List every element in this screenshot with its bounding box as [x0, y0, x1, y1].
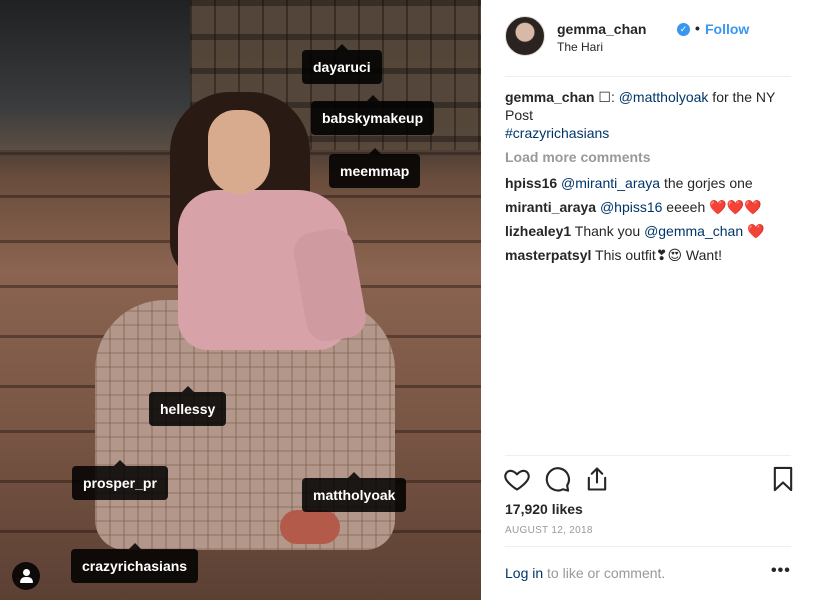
background-window — [0, 0, 200, 150]
photo-tag-crazyrichasians[interactable]: crazyrichasians — [71, 543, 199, 583]
comment-username[interactable]: miranti_araya — [505, 199, 596, 215]
photo-tag-meemmap[interactable]: meemmap — [329, 148, 421, 188]
comment-icon[interactable] — [543, 465, 571, 493]
photo-tag-mattholyoak[interactable]: mattholyoak — [302, 472, 407, 512]
post-header: gemma_chan ✓ • Follow The Hari — [505, 16, 791, 60]
caption: gemma_chan ☐: @mattholyoak for the NY Po… — [505, 88, 795, 142]
post-photo[interactable]: dayaruci babskymakeup meemmap hellessy p… — [0, 0, 481, 600]
post-side-panel: gemma_chan ✓ • Follow The Hari gemma_cha… — [481, 0, 816, 600]
header-divider — [505, 76, 791, 77]
caption-symbol: ☐ — [598, 89, 611, 105]
comment-username[interactable]: hpiss16 — [505, 175, 557, 191]
photo-tag-babskymakeup[interactable]: babskymakeup — [311, 95, 435, 135]
follow-button[interactable]: Follow — [705, 21, 749, 37]
heart-outline-icon[interactable] — [503, 465, 531, 493]
user-tag-icon[interactable] — [12, 562, 40, 590]
bookmark-icon[interactable] — [769, 465, 797, 493]
more-options-icon[interactable]: ••• — [771, 562, 791, 580]
caption-hashtag[interactable]: #crazyrichasians — [505, 125, 609, 141]
actions-divider — [505, 455, 791, 456]
load-more-comments-button[interactable]: Load more comments — [505, 148, 795, 166]
caption-mention[interactable]: @mattholyoak — [619, 89, 709, 105]
photo-tag-hellessy[interactable]: hellessy — [149, 386, 227, 426]
user-tag-icon-head — [23, 569, 30, 576]
separator-dot: • — [695, 20, 700, 36]
comment-item: masterpatsyl This outfit❣😍 Want! — [505, 246, 795, 264]
footer-divider — [505, 546, 791, 547]
caption-colon: : — [610, 89, 615, 105]
person-face — [208, 110, 270, 194]
caption-username[interactable]: gemma_chan — [505, 89, 594, 105]
comment-item: lizhealey1 Thank you @gemma_chan ❤️ — [505, 222, 795, 240]
action-bar — [499, 465, 799, 495]
login-prompt-text: to like or comment. — [543, 565, 666, 581]
likes-count[interactable]: 17,920 likes — [505, 501, 583, 517]
heart-emoji: ❤️ — [747, 223, 765, 239]
comment-item: hpiss16 @miranti_araya the gorjes one — [505, 174, 795, 192]
comment-text: the gorjes one — [660, 175, 753, 191]
verified-badge-icon: ✓ — [677, 23, 690, 36]
comment-username[interactable]: masterpatsyl — [505, 247, 591, 263]
location-link[interactable]: The Hari — [557, 40, 603, 54]
user-tag-icon-body — [20, 577, 33, 583]
post-username[interactable]: gemma_chan — [557, 21, 646, 37]
person-shoe — [280, 510, 340, 544]
avatar[interactable] — [505, 16, 545, 56]
photo-tag-dayaruci[interactable]: dayaruci — [302, 44, 382, 84]
heart-emoji: ❤️❤️❤️ — [709, 199, 762, 215]
comments-section: gemma_chan ☐: @mattholyoak for the NY Po… — [505, 88, 795, 270]
login-prompt: Log in to like or comment. — [505, 565, 665, 581]
comment-mention[interactable]: @miranti_araya — [561, 175, 660, 191]
comment-username[interactable]: lizhealey1 — [505, 223, 571, 239]
comment-item: miranti_araya @hpiss16 eeeeh ❤️❤️❤️ — [505, 198, 795, 216]
comment-text: This outfit❣😍 Want! — [595, 247, 722, 263]
comment-text: Thank you — [574, 223, 645, 239]
comment-text: eeeeh — [662, 199, 710, 215]
post-date[interactable]: AUGUST 12, 2018 — [505, 525, 593, 536]
photo-tag-prosper-pr[interactable]: prosper_pr — [72, 460, 168, 500]
comment-mention[interactable]: @gemma_chan — [644, 223, 743, 239]
comment-mention[interactable]: @hpiss16 — [600, 199, 662, 215]
share-icon[interactable] — [583, 465, 611, 493]
login-link[interactable]: Log in — [505, 565, 543, 581]
